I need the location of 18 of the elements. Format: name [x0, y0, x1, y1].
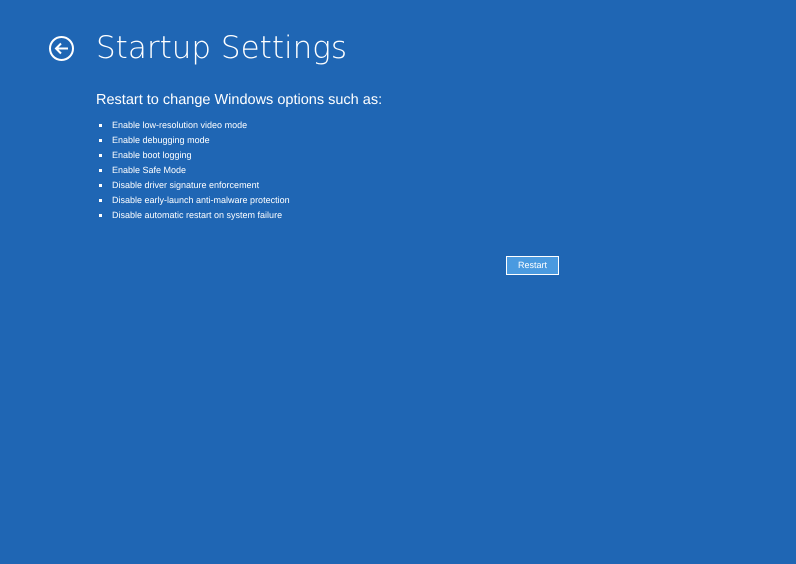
page-title: Startup Settings	[96, 29, 347, 68]
option-text: Disable early-launch anti-malware protection	[112, 194, 290, 207]
bullet-icon	[99, 169, 102, 172]
restart-button[interactable]: Restart	[506, 256, 559, 276]
bullet-icon	[99, 154, 102, 157]
intro-text: Restart to change Windows options such as:	[96, 91, 384, 110]
bullet-icon	[99, 124, 102, 127]
option-text: Enable debugging mode	[112, 134, 210, 147]
bullet-icon	[99, 139, 102, 142]
bullet-icon	[99, 199, 102, 202]
option-text: Enable boot logging	[112, 148, 192, 162]
option-text: Disable automatic restart on system failure	[112, 208, 282, 222]
back-icon[interactable]	[49, 36, 74, 60]
bullet-icon	[99, 184, 102, 187]
option-text: Enable Safe Mode	[112, 164, 186, 177]
option-text: Disable driver signature enforcement	[112, 178, 260, 192]
option-text: Enable low-resolution video mode	[112, 118, 248, 132]
bullet-icon	[99, 214, 102, 217]
